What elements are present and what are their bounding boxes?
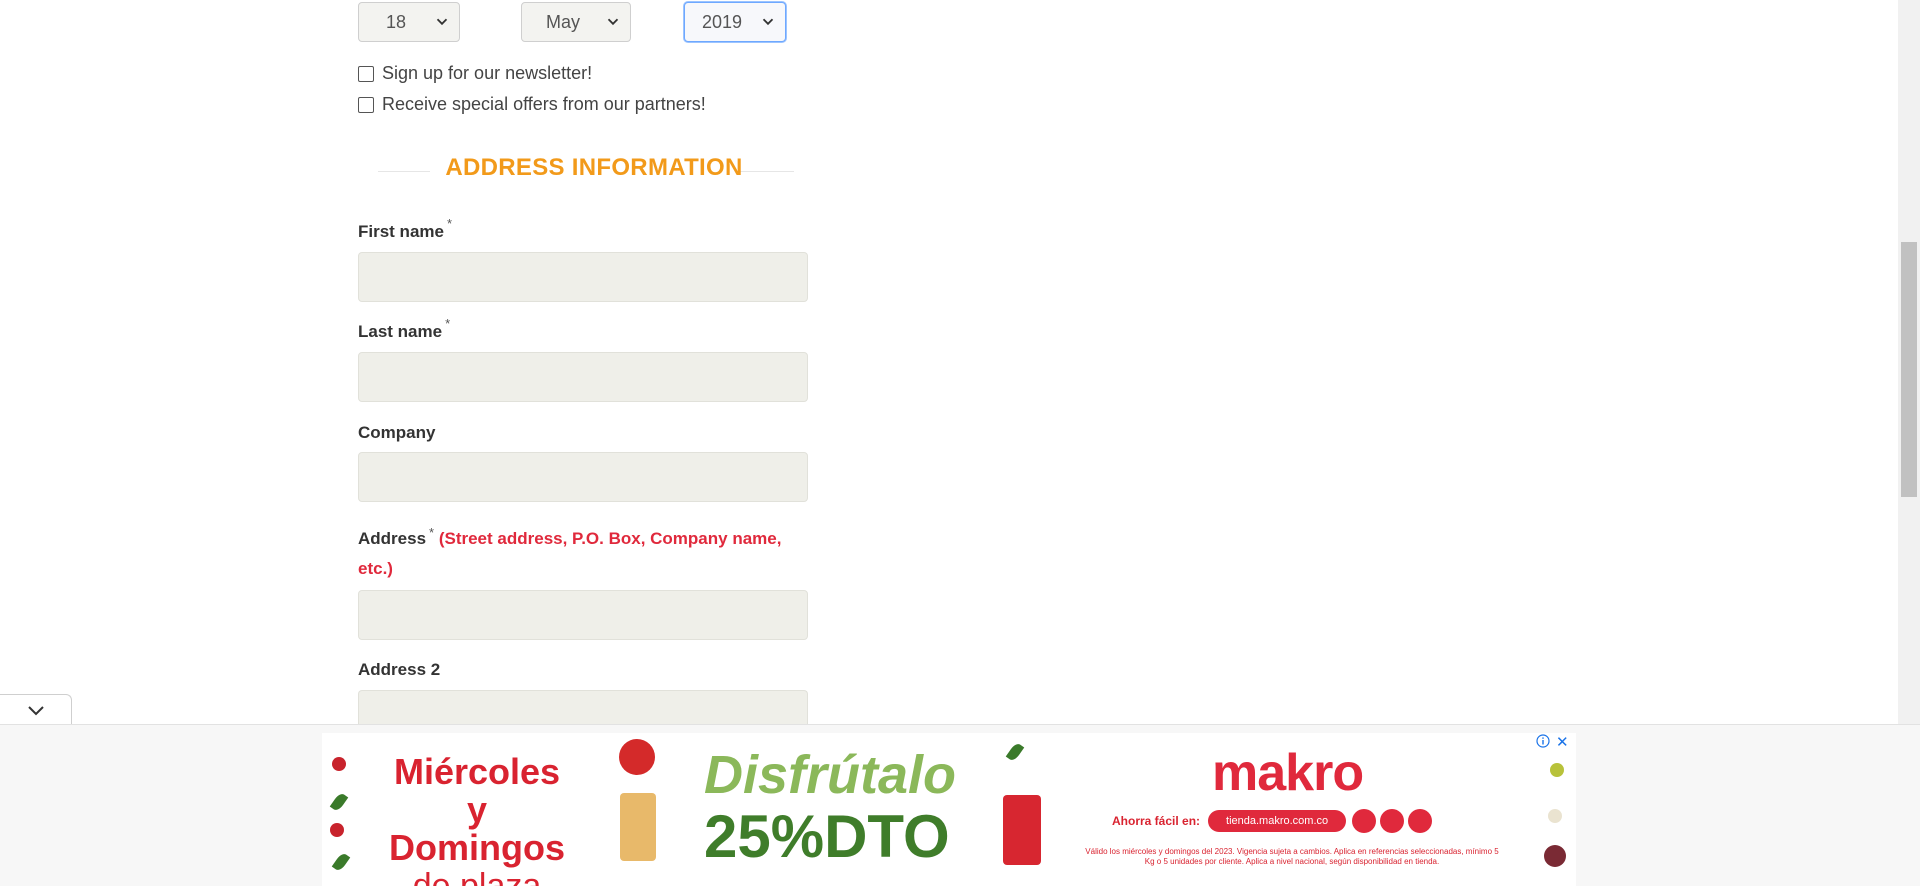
- address-input[interactable]: [358, 590, 808, 640]
- ad-promo-days: Miércoles y Domingos de plaza: [382, 753, 572, 886]
- onion-decoration: [1544, 845, 1566, 867]
- birth-month-select[interactable]: May: [521, 2, 631, 42]
- ad-banner-bar: Miércoles y Domingos de plaza Disfrútalo…: [0, 724, 1920, 886]
- scrollbar-thumb[interactable]: [1901, 242, 1917, 497]
- app-icon: [1380, 809, 1405, 833]
- company-label-text: Company: [358, 423, 436, 442]
- address-section-heading: ADDRESS INFORMATION: [378, 154, 810, 184]
- last-name-label: Last name *: [358, 316, 450, 342]
- ad-discount-value: 25%DTO: [704, 803, 950, 870]
- last-name-input[interactable]: [358, 352, 808, 402]
- company-label: Company: [358, 423, 435, 443]
- required-mark: *: [446, 216, 453, 231]
- delivery-icon: [1408, 809, 1433, 833]
- garlic-decoration: [1548, 809, 1562, 823]
- apple-image: [619, 739, 655, 775]
- ad-collapse-button[interactable]: [0, 694, 72, 724]
- partner-offers-option[interactable]: Receive special offers from our partners…: [358, 94, 706, 115]
- chevron-down-icon: [762, 18, 774, 26]
- product-package-image: [1003, 795, 1041, 865]
- tomato-decoration: [330, 823, 344, 837]
- ad-banner[interactable]: Miércoles y Domingos de plaza Disfrútalo…: [322, 733, 1576, 886]
- first-name-label-text: First name: [358, 222, 444, 241]
- birth-year-value: 2019: [701, 11, 743, 32]
- birth-day-value: 18: [385, 11, 407, 32]
- address-label: Address * (Street address, P.O. Box, Comp…: [358, 524, 810, 584]
- chevron-down-icon: [436, 18, 448, 26]
- ad-line2: Domingos: [389, 827, 565, 868]
- ad-fine-print: Válido los miércoles y domingos del 2023…: [1085, 847, 1499, 866]
- leaf-decoration: [329, 791, 349, 813]
- ad-store-row: Ahorra fácil en: tienda.makro.com.co: [1112, 809, 1436, 833]
- partner-offers-label: Receive special offers from our partners…: [382, 94, 706, 114]
- ad-close-icon[interactable]: ✕: [1556, 733, 1569, 751]
- birth-month-value: May: [545, 11, 580, 32]
- ad-line3: de plaza: [412, 867, 542, 886]
- herb-decoration: [1005, 741, 1025, 763]
- ad-order-label: Ahorra fácil en:: [1112, 814, 1201, 828]
- newsletter-checkbox[interactable]: [358, 65, 374, 82]
- newsletter-option[interactable]: Sign up for our newsletter!: [358, 63, 592, 84]
- newsletter-label: Sign up for our newsletter!: [382, 63, 593, 83]
- partner-offers-checkbox[interactable]: [358, 96, 374, 113]
- leaf-decoration: [331, 851, 351, 873]
- first-name-input[interactable]: [358, 252, 808, 302]
- section-title: ADDRESS INFORMATION: [445, 154, 743, 181]
- ad-headline: Disfrútalo: [704, 745, 957, 805]
- ad-url-pill: tienda.makro.com.co: [1208, 810, 1347, 832]
- address2-input[interactable]: [358, 690, 808, 724]
- store-icon: [1352, 809, 1377, 833]
- ad-line1: Miércoles y: [393, 751, 561, 830]
- required-mark: *: [445, 316, 451, 331]
- makro-logo: makro: [1212, 744, 1364, 802]
- birth-year-select[interactable]: 2019: [684, 2, 786, 42]
- chevron-down-icon: [607, 18, 619, 26]
- address2-label: Address 2: [358, 660, 440, 680]
- ad-info-icon[interactable]: [1536, 734, 1550, 748]
- ad-discount: Disfrútalo 25%DTO: [704, 745, 957, 870]
- birth-day-select[interactable]: 18: [358, 2, 460, 42]
- tomato-decoration: [332, 757, 346, 771]
- company-input[interactable]: [358, 452, 808, 502]
- first-name-label: First name *: [358, 216, 452, 242]
- last-name-label-text: Last name: [358, 322, 443, 341]
- olive-decoration: [1550, 763, 1564, 777]
- address-label-text: Address: [358, 529, 427, 548]
- product-package-image: [620, 793, 656, 861]
- chevron-down-icon: [27, 705, 44, 715]
- required-mark: *: [429, 525, 435, 540]
- address2-label-text: Address 2: [358, 660, 441, 679]
- page-scrollbar[interactable]: [1898, 0, 1920, 724]
